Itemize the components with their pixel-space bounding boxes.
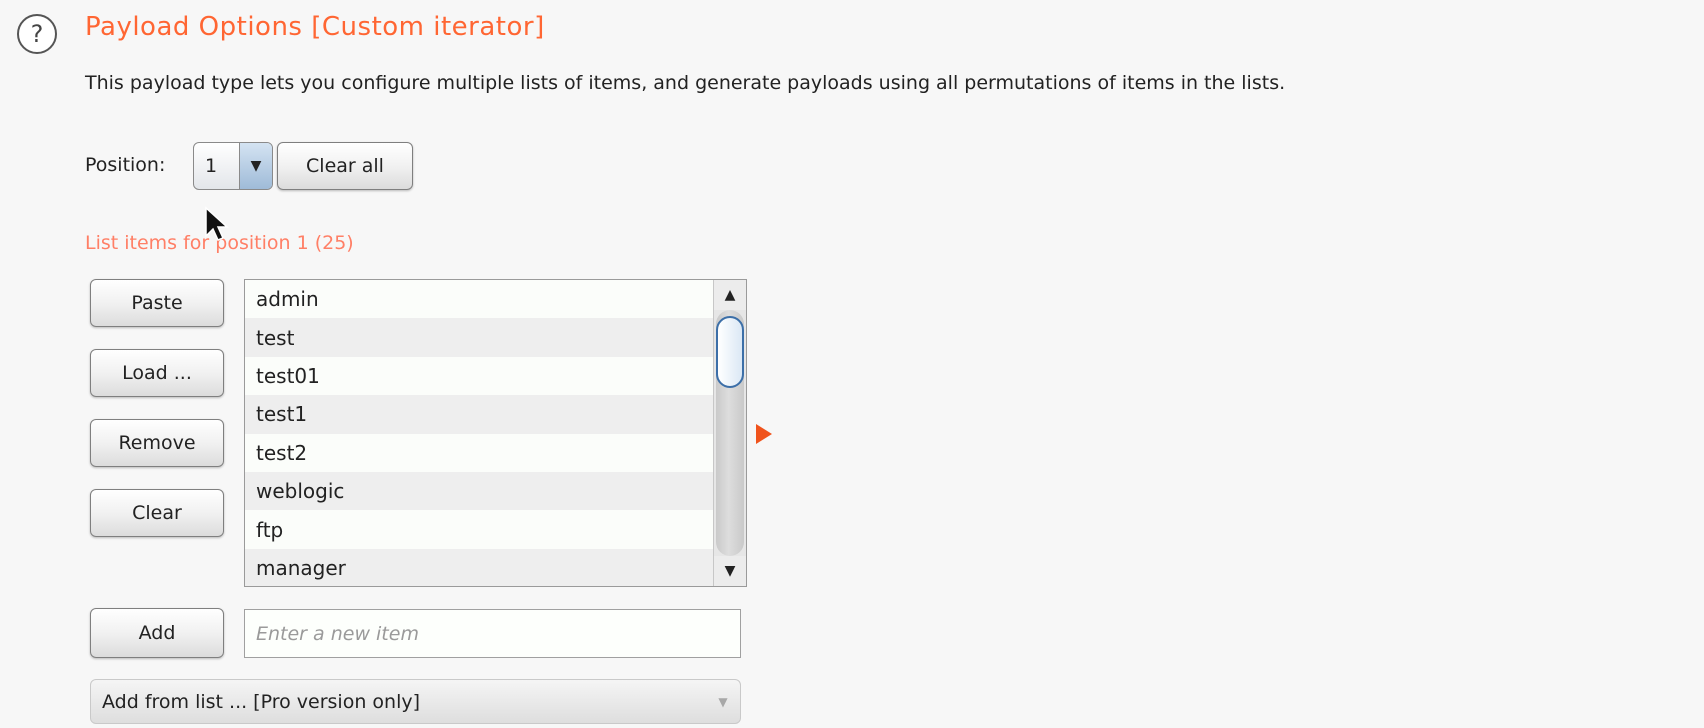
- position-dropdown[interactable]: 1 ▼: [193, 142, 273, 190]
- expand-arrow-icon[interactable]: [756, 424, 772, 444]
- scroll-up-arrow-icon[interactable]: ▲: [714, 280, 746, 310]
- payload-list-items: admin test test01 test1 test2 weblogic f…: [245, 280, 713, 586]
- scroll-down-arrow-icon[interactable]: ▼: [714, 556, 746, 586]
- list-item[interactable]: weblogic: [245, 471, 713, 511]
- list-item[interactable]: admin: [245, 280, 713, 319]
- list-item[interactable]: test: [245, 318, 713, 357]
- help-icon[interactable]: ?: [17, 14, 57, 54]
- position-label: Position:: [85, 154, 166, 176]
- add-from-list-value: Add from list ... [Pro version only]: [102, 690, 421, 713]
- list-item[interactable]: test01: [245, 356, 713, 396]
- chevron-down-icon: ▼: [718, 694, 728, 709]
- clear-all-button[interactable]: Clear all: [277, 142, 413, 190]
- list-item[interactable]: test1: [245, 395, 713, 434]
- new-item-input[interactable]: [244, 609, 741, 658]
- position-dropdown-value: 1: [205, 155, 218, 177]
- add-button[interactable]: Add: [90, 608, 224, 658]
- add-from-list-dropdown[interactable]: Add from list ... [Pro version only] ▼: [90, 679, 741, 724]
- clear-button[interactable]: Clear: [90, 489, 224, 537]
- scroll-thumb[interactable]: [716, 316, 744, 388]
- list-item[interactable]: manager: [245, 548, 713, 586]
- chevron-down-icon[interactable]: ▼: [239, 143, 272, 189]
- load-button[interactable]: Load ...: [90, 349, 224, 397]
- list-scrollbar[interactable]: ▲ ▼: [713, 280, 746, 586]
- payload-list[interactable]: admin test test01 test1 test2 weblogic f…: [244, 279, 747, 587]
- list-item[interactable]: ftp: [245, 510, 713, 549]
- section-title: Payload Options [Custom iterator]: [85, 12, 545, 42]
- section-description: This payload type lets you configure mul…: [85, 72, 1286, 94]
- list-item[interactable]: test2: [245, 433, 713, 472]
- paste-button[interactable]: Paste: [90, 279, 224, 327]
- mouse-pointer-icon: [205, 206, 229, 241]
- remove-button[interactable]: Remove: [90, 419, 224, 467]
